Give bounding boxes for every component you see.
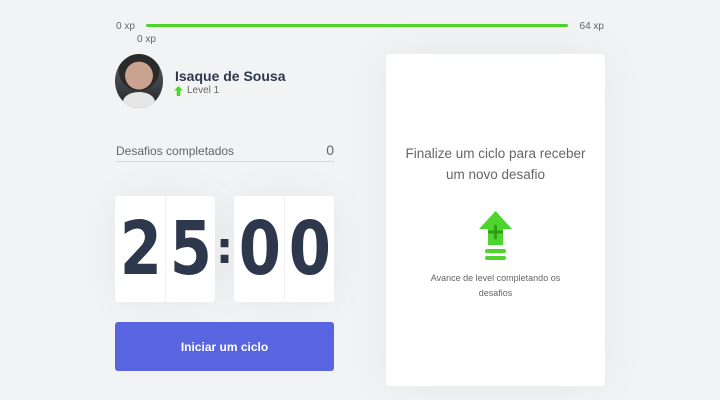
challenge-box-title: Finalize um ciclo para receber um novo d… xyxy=(405,146,586,182)
level-label: Level 1 xyxy=(187,85,220,96)
profile-name: Isaque de Sousa xyxy=(175,68,286,84)
countdown-separator: : xyxy=(215,223,234,274)
minute-digit-left: 2 xyxy=(119,206,162,292)
completed-challenges: Desafios completados 0 xyxy=(116,142,334,162)
minute-digit-right: 5 xyxy=(169,206,212,292)
level-up-icon xyxy=(479,211,512,260)
minutes-card: 2 5 xyxy=(115,196,215,302)
xp-progress-fill xyxy=(146,24,568,27)
xp-max-label: 64 xp xyxy=(579,21,604,32)
xp-track xyxy=(146,24,568,27)
challenge-box-hint: Avance de level completando os desafios xyxy=(430,273,561,298)
completed-challenges-label: Desafios completados xyxy=(116,144,235,158)
seconds-card: 0 0 xyxy=(234,196,334,302)
second-digit-right: 0 xyxy=(288,206,331,292)
start-cycle-button[interactable]: Iniciar um ciclo xyxy=(115,322,334,371)
experience-bar: 0 xp 0 xp 64 xp xyxy=(116,18,606,48)
xp-current-label: 0 xp xyxy=(137,34,156,45)
second-digit-left: 0 xyxy=(238,206,281,292)
countdown: 2 5 : 0 0 xyxy=(115,196,334,302)
xp-min-label: 0 xp xyxy=(116,21,135,32)
challenge-box: Finalize um ciclo para receber um novo d… xyxy=(386,54,605,386)
level-arrow-icon xyxy=(174,85,183,96)
avatar xyxy=(115,54,163,108)
profile-level: Level 1 xyxy=(174,85,219,96)
completed-challenges-count: 0 xyxy=(326,142,334,158)
